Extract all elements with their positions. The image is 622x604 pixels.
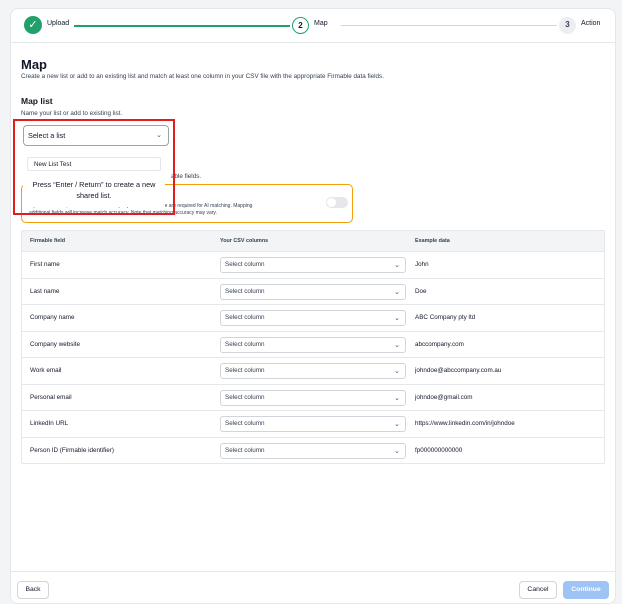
chevron-down-icon: ⌄: [394, 421, 400, 428]
map-list-heading: Map list: [21, 96, 53, 106]
row-field-name: Personal email: [30, 393, 72, 401]
row-example-data: johndoe@abccompany.com.au: [415, 367, 502, 374]
table-row: Last name Select column ⌄ Doe: [22, 277, 604, 305]
csv-column-select-value: Select column: [225, 367, 265, 374]
check-icon: ✓: [24, 16, 42, 34]
csv-column-select-value: Select column: [225, 393, 265, 401]
csv-column-select-value: Select column: [225, 420, 265, 427]
csv-column-select[interactable]: Select column ⌄: [220, 363, 406, 379]
cancel-button[interactable]: Cancel: [519, 581, 557, 599]
highlight-box: [13, 119, 175, 215]
chevron-down-icon: ⌄: [394, 368, 400, 375]
table-row: Company website Select column ⌄ abccompany.…: [22, 330, 604, 358]
step-connector-pending: [341, 25, 557, 26]
csv-column-select-value: Select column: [225, 446, 265, 454]
page-subtitle: Create a new list or add to an existing …: [21, 73, 384, 80]
csv-column-select-value: Select column: [225, 314, 265, 321]
row-example-data: abccompany.com: [415, 340, 464, 348]
step-number-map: 2: [292, 17, 309, 34]
row-example-data: johndoe@gmail.com: [415, 393, 473, 401]
step-connector-done: [74, 25, 290, 27]
map-card: ✓ Upload 2 Map 3 Action Map Create a new…: [10, 8, 616, 604]
row-field-name: Company website: [30, 340, 81, 348]
row-field-name: Work email: [30, 367, 62, 374]
table-row: Personal email Select column ⌄ johndoe@gmai…: [22, 383, 604, 411]
chevron-down-icon: ⌄: [394, 262, 400, 269]
csv-column-select[interactable]: Select column ⌄: [220, 416, 406, 432]
chevron-down-icon: ⌄: [394, 447, 400, 455]
csv-column-select-value: Select column: [225, 340, 265, 348]
csv-column-select[interactable]: Select column ⌄: [220, 442, 406, 459]
header-firmable-field: Firmable field: [30, 238, 66, 244]
csv-column-select[interactable]: Select column ⌄: [220, 257, 406, 273]
row-example-data: ABC Company pty ltd: [415, 314, 476, 321]
csv-column-select[interactable]: Select column ⌄: [220, 389, 406, 406]
toggle-knob: [327, 198, 336, 207]
csv-column-select-value: Select column: [225, 261, 265, 268]
row-example-data: https://www.linkedin.com/in/johndoe: [415, 420, 515, 427]
row-field-name: Person ID (Firmable identifier): [30, 446, 114, 454]
ai-matching-toggle[interactable]: [326, 197, 348, 208]
table-row: First name Select column ⌄ John: [22, 251, 604, 278]
table-row: LinkedIn URL Select column ⌄ https://www.li…: [22, 410, 604, 437]
map-list-hint: Name your list or add to existing list.: [21, 110, 123, 117]
csv-column-select[interactable]: Select column ⌄: [220, 310, 406, 326]
header-example-data: Example data: [415, 238, 450, 244]
table-row: Work email Select column ⌄ johndoe@abccompa…: [22, 357, 604, 384]
table-header: Firmable field Your CSV columns Example …: [22, 231, 604, 251]
csv-column-select[interactable]: Select column ⌄: [220, 336, 406, 353]
back-button[interactable]: Back: [17, 581, 49, 599]
footer: Back Cancel Continue: [11, 571, 615, 603]
mapping-table: Firmable field Your CSV columns Example …: [21, 230, 605, 464]
table-row: Person ID (Firmable identifier) Select co…: [22, 436, 604, 464]
row-field-name: Company name: [30, 314, 75, 321]
chevron-down-icon: ⌄: [394, 341, 400, 349]
row-field-name: First name: [30, 261, 60, 268]
row-example-data: fp000000000000: [415, 446, 463, 454]
row-field-name: Last name: [30, 287, 60, 295]
csv-column-select[interactable]: Select column ⌄: [220, 283, 406, 300]
header-csv-columns: Your CSV columns: [220, 238, 269, 244]
step-upload-label: Upload: [47, 20, 70, 27]
csv-column-select-value: Select column: [225, 287, 265, 295]
chevron-down-icon: ⌄: [394, 315, 400, 322]
table-row: Company name Select column ⌄ ABC Company pt…: [22, 304, 604, 331]
step-number-action: 3: [559, 17, 576, 34]
chevron-down-icon: ⌄: [394, 394, 400, 402]
chevron-down-icon: ⌄: [394, 288, 400, 296]
row-example-data: John: [415, 261, 429, 268]
partial-hint-text: able fields.: [171, 173, 202, 180]
row-field-name: LinkedIn URL: [30, 420, 69, 427]
step-action-label: Action: [581, 20, 601, 27]
continue-button[interactable]: Continue: [563, 581, 609, 599]
page-title: Map: [21, 57, 47, 72]
row-example-data: Doe: [415, 287, 427, 295]
stepper: ✓ Upload 2 Map 3 Action: [11, 9, 615, 43]
step-map-label: Map: [314, 20, 328, 27]
